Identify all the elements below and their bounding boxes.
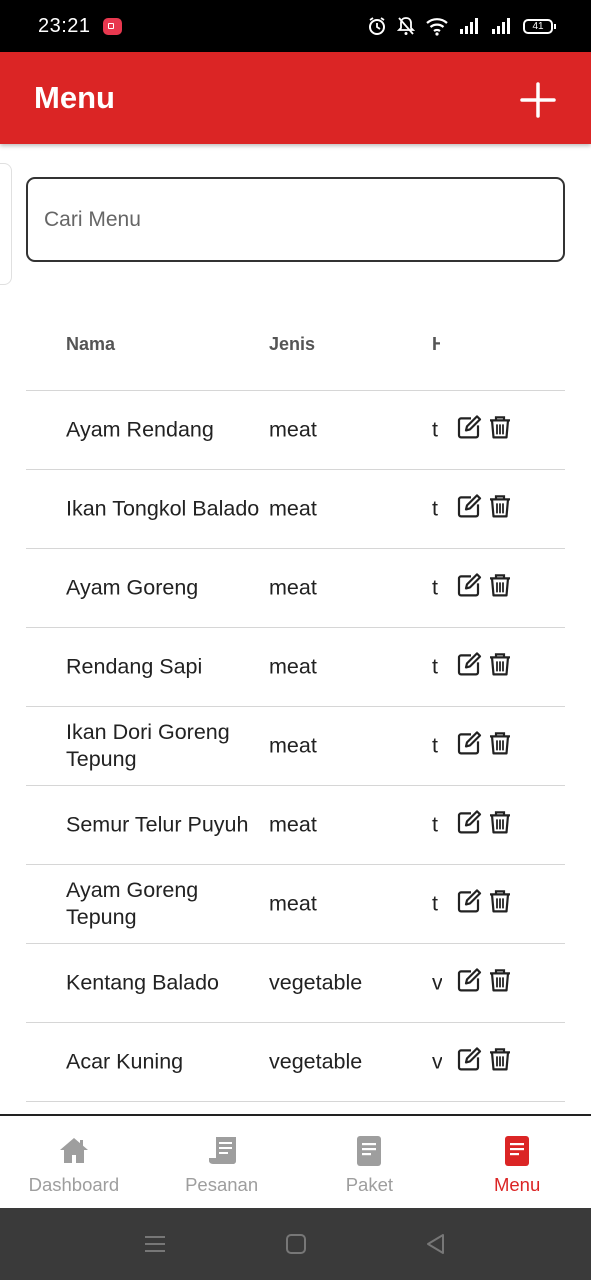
cell-extra: t [432, 891, 438, 916]
drawer-edge [0, 163, 12, 285]
screen-record-icon [102, 17, 122, 35]
table-row: Ayam Goreng meat t [26, 549, 565, 628]
edit-icon[interactable] [456, 809, 482, 835]
nav-label-paket: Paket [345, 1174, 394, 1195]
bell-off-icon [397, 17, 415, 35]
signal-icon-2 [492, 18, 510, 34]
cell-type: vegetable [269, 1049, 363, 1074]
status-time: 23:21 [38, 14, 91, 37]
cell-type: vegetable [269, 970, 363, 995]
table-row: Semur Telur Puyuh meat t [26, 786, 565, 865]
delete-icon[interactable] [487, 730, 513, 756]
column-header-name: Nama [66, 334, 116, 354]
column-header-extra: H [432, 334, 440, 354]
edit-icon[interactable] [456, 572, 482, 598]
home-icon [59, 1138, 88, 1163]
wifi-icon [426, 18, 448, 36]
nav-label-menu: Menu [493, 1174, 541, 1195]
delete-icon[interactable] [487, 967, 513, 993]
app-bar: Menu [0, 52, 591, 144]
status-bar: 23:21 41 [0, 0, 591, 52]
table-body: Ayam Rendang meat t Ikan Tongkol Balado meat… [26, 391, 565, 1102]
status-left: 23:21 [38, 15, 122, 38]
cell-extra: t [432, 812, 438, 837]
cell-extra: v [432, 970, 442, 995]
table-row: Ikan Dori Goreng Tepung meat t [26, 707, 565, 786]
cell-type: meat [269, 812, 317, 837]
cell-type: meat [269, 733, 317, 758]
receipt-icon [208, 1137, 236, 1164]
cell-name: Acar Kuning [66, 1049, 184, 1074]
table-row: Kentang Balado vegetable v [26, 944, 565, 1023]
cell-type: meat [269, 891, 317, 916]
edit-icon[interactable] [456, 414, 482, 440]
table-row: Ikan Tongkol Balado meat t [26, 470, 565, 549]
cell-type: meat [269, 417, 317, 442]
cell-extra: t [432, 575, 438, 600]
cell-name: Ikan Tongkol Balado [66, 496, 260, 521]
back-icon[interactable] [424, 1232, 448, 1256]
nav-label-dashboard: Dashboard [28, 1174, 120, 1195]
nav-item-pesanan[interactable]: Pesanan [148, 1116, 296, 1210]
cell-name: Ayam Rendang [66, 417, 214, 442]
status-right: 41 [367, 16, 556, 36]
cell-name: Ikan Dori Goreng Tepung [66, 720, 230, 771]
add-icon[interactable] [518, 80, 558, 120]
signal-icon [460, 18, 478, 34]
cell-name: Ayam Goreng [66, 575, 199, 600]
cell-extra: t [432, 496, 438, 521]
delete-icon[interactable] [487, 414, 513, 440]
cell-extra: t [432, 654, 438, 679]
delete-icon[interactable] [487, 651, 513, 677]
delete-icon[interactable] [487, 572, 513, 598]
cell-extra: t [432, 417, 438, 442]
edit-icon[interactable] [456, 1046, 482, 1072]
table-header: Nama Jenis H [26, 300, 565, 391]
cell-type: meat [269, 654, 317, 679]
cell-type: meat [269, 575, 317, 600]
delete-icon[interactable] [487, 888, 513, 914]
delete-icon[interactable] [487, 1046, 513, 1072]
cell-name: Rendang Sapi [66, 654, 203, 679]
table-row: Ayam Goreng Tepung meat t [26, 865, 565, 944]
cell-name: Kentang Balado [66, 970, 220, 995]
nav-item-dashboard[interactable]: Dashboard [0, 1116, 148, 1210]
recent-apps-icon[interactable] [143, 1232, 167, 1256]
cell-extra: v [432, 1049, 442, 1074]
column-header-type: Jenis [269, 334, 316, 354]
delete-icon[interactable] [487, 809, 513, 835]
edit-icon[interactable] [456, 651, 482, 677]
cell-extra: t [432, 733, 438, 758]
search-input[interactable] [26, 177, 565, 262]
edit-icon[interactable] [456, 888, 482, 914]
system-navigation-bar [0, 1208, 591, 1280]
page-title: Menu [34, 80, 115, 115]
nav-item-menu[interactable]: Menu [443, 1116, 591, 1210]
edit-icon[interactable] [456, 967, 482, 993]
edit-icon[interactable] [456, 730, 482, 756]
cell-type: meat [269, 496, 317, 521]
cell-name: Ayam Goreng Tepung [66, 878, 199, 929]
table-row: Rendang Sapi meat t [26, 628, 565, 707]
nav-item-paket[interactable]: Paket [296, 1116, 444, 1210]
alarm-icon [369, 17, 385, 35]
cell-name: Semur Telur Puyuh [66, 812, 249, 837]
document-icon [357, 1136, 382, 1166]
home-button-icon[interactable] [284, 1232, 308, 1256]
bottom-navigation: Dashboard Pesanan Paket Menu [0, 1114, 591, 1210]
delete-icon[interactable] [487, 493, 513, 519]
battery-icon: 41 [523, 18, 556, 34]
nav-label-pesanan: Pesanan [185, 1174, 259, 1195]
table-row: Ayam Rendang meat t [26, 391, 565, 470]
menu-book-icon [505, 1136, 530, 1166]
menu-table: Nama Jenis H Ayam Rendang meat t Ikan Tongk… [26, 300, 565, 1102]
table-row: Acar Kuning vegetable v [26, 1023, 565, 1102]
edit-icon[interactable] [456, 493, 482, 519]
